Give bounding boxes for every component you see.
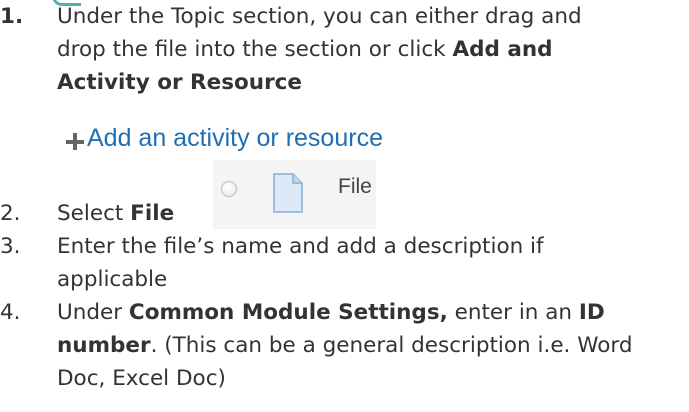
step-text-line: Under the Topic section, you can either …	[57, 4, 582, 29]
add-activity-link[interactable]: Add an activity or resource	[64, 124, 383, 153]
step-emphasis: File	[130, 201, 175, 226]
step-emphasis: ID	[578, 300, 605, 325]
step-emphasis: Add and	[452, 37, 553, 62]
step-number: 1.	[0, 4, 24, 29]
file-option-label: File	[338, 175, 372, 198]
step-emphasis: Activity or Resource	[57, 70, 302, 95]
step-text-line: drop the file into the section or click …	[57, 33, 553, 66]
step-text: Under	[57, 300, 129, 325]
step-text: Select	[57, 201, 131, 226]
step-text-line: number. (This can be a general descripti…	[57, 329, 633, 362]
step-text: enter in an	[447, 300, 579, 325]
step-number: 3.	[0, 234, 21, 259]
plus-icon	[64, 130, 86, 152]
step-text-line: Select File	[57, 197, 174, 230]
step-number: 4.	[0, 300, 21, 325]
step-emphasis: Common Module Settings,	[128, 300, 448, 325]
step-text-line: Enter the file’s name and add a descript…	[57, 234, 544, 259]
step-text-line: Doc, Excel Doc)	[57, 366, 226, 391]
step-text-line: applicable	[57, 267, 168, 292]
file-resource-option[interactable]: File	[213, 160, 376, 229]
add-activity-label: Add an activity or resource	[87, 124, 383, 152]
step-text: drop the file into the section or click	[57, 37, 453, 62]
step-text: . (This can be a general description i.e…	[150, 333, 633, 358]
step-text-line: Under Common Module Settings, enter in a…	[57, 296, 605, 329]
step-text-line: Activity or Resource	[57, 66, 302, 99]
step-number: 2.	[0, 201, 21, 226]
document-icon	[273, 173, 303, 217]
step-emphasis: number	[57, 333, 151, 358]
radio-icon[interactable]	[221, 181, 237, 197]
